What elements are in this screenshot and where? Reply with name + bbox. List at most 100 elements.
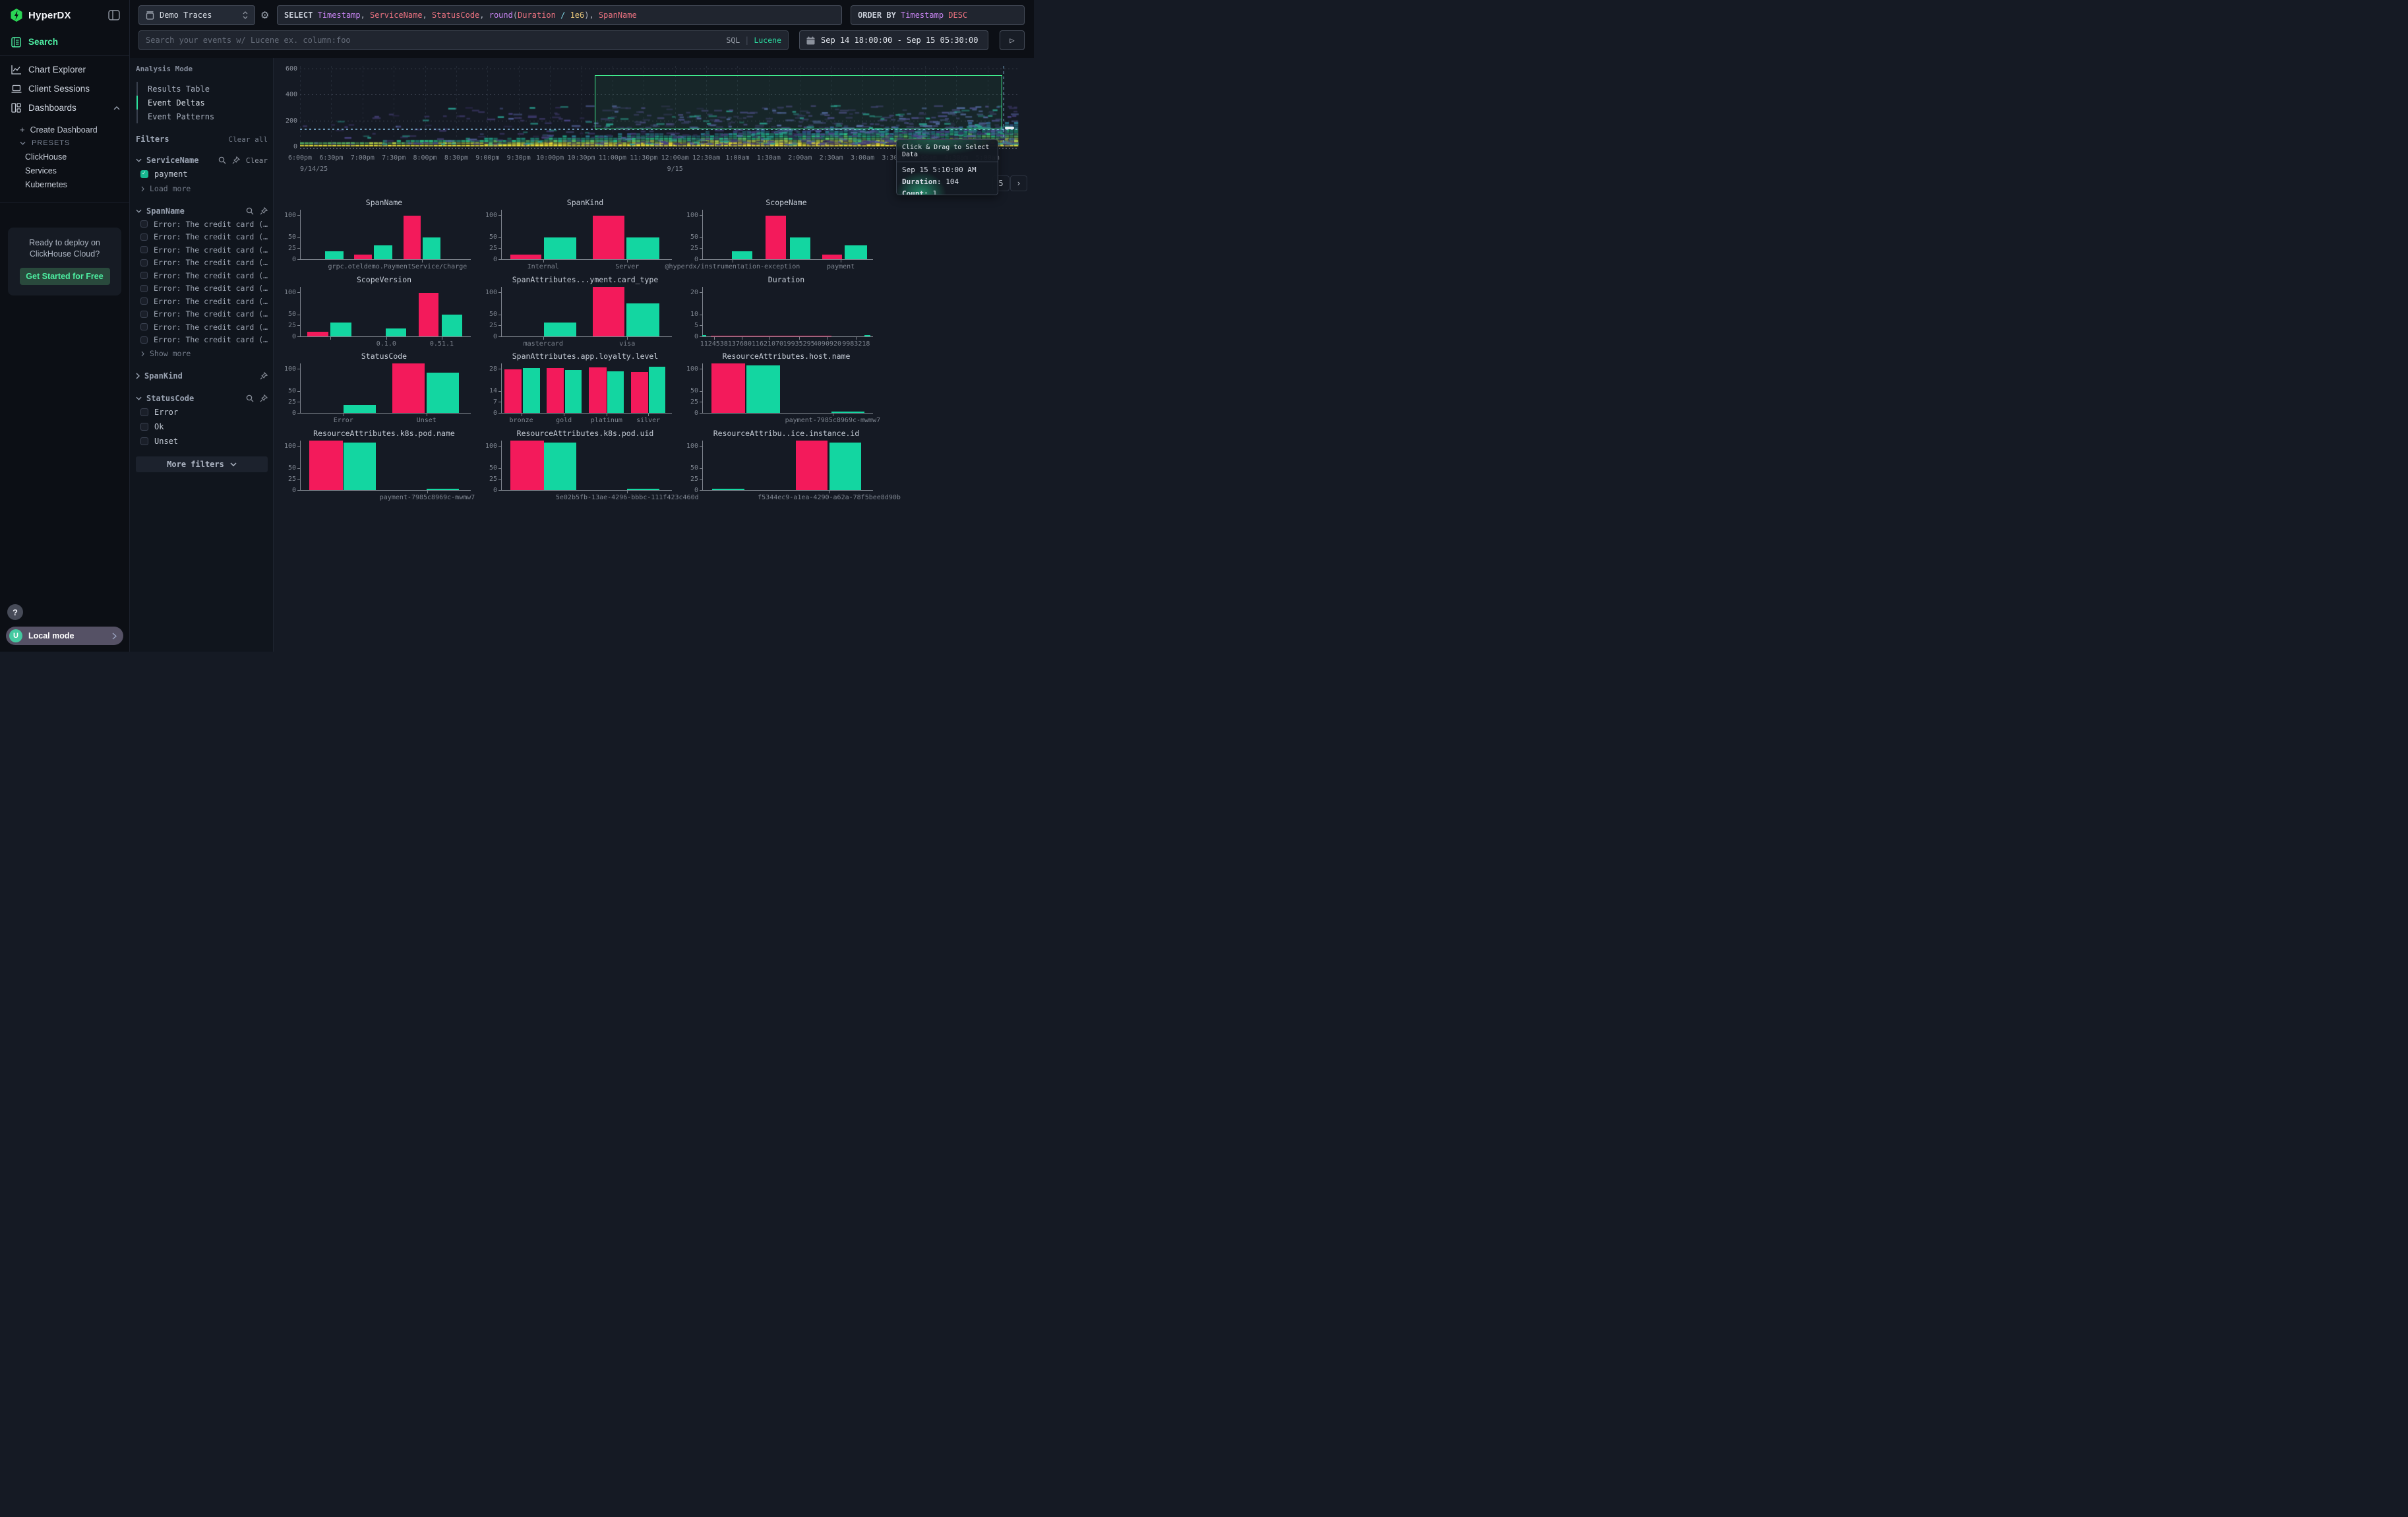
sql-select-input[interactable]: SELECT Timestamp, ServiceName, StatusCod… xyxy=(277,5,842,25)
inlier-bar xyxy=(702,335,706,336)
filter-checkbox-row[interactable]: Error: The credit card (… xyxy=(140,218,268,230)
filter-group-statuscode[interactable]: StatusCode xyxy=(136,392,268,404)
checkbox[interactable] xyxy=(140,323,148,330)
statuscode-items: ErrorOk Unset xyxy=(136,406,268,448)
filter-group-spanname[interactable]: SpanName xyxy=(136,205,268,217)
outlier-bar xyxy=(510,441,543,490)
y-tick-label: 50 xyxy=(277,387,296,394)
local-mode-menu[interactable]: U Local mode xyxy=(6,627,123,645)
chart-title: Duration xyxy=(702,275,870,284)
search-input[interactable]: Search your events w/ Lucene ex. column:… xyxy=(138,30,789,50)
x-tick-label: 6:00pm xyxy=(288,154,312,162)
load-more-button[interactable]: Load more xyxy=(141,183,268,195)
x-tick-label: 5e02b5fb-13ae-4296-bbbc-111f423c460d xyxy=(556,494,699,501)
y-axis xyxy=(300,441,301,490)
checkbox[interactable] xyxy=(140,220,148,228)
search-icon[interactable] xyxy=(218,156,226,164)
show-more-button[interactable]: Show more xyxy=(141,348,268,359)
delta-chart-spankind: SpanKind02550100InternalServer xyxy=(478,198,671,272)
analysis-mode-option-event-deltas[interactable]: Event Deltas xyxy=(136,96,268,109)
checkbox[interactable] xyxy=(140,408,148,416)
y-axis xyxy=(501,287,502,336)
filter-checkbox-row[interactable]: Error: The credit card (… xyxy=(140,283,268,295)
filter-checkbox-row[interactable]: Ok xyxy=(140,420,268,433)
more-filters-button[interactable]: More filters xyxy=(136,456,268,472)
checkbox[interactable] xyxy=(140,259,148,266)
y-tick xyxy=(498,215,501,216)
checkbox[interactable] xyxy=(140,311,148,318)
run-query-button[interactable]: ▷ xyxy=(1000,30,1025,50)
help-button[interactable]: ? xyxy=(7,604,23,620)
sidebar-item-chart-explorer[interactable]: Chart Explorer xyxy=(0,60,129,79)
x-tick-label: 9983218 xyxy=(842,340,870,348)
filter-checkbox-row[interactable]: Error xyxy=(140,406,268,419)
filter-checkbox-row[interactable]: Error: The credit card (… xyxy=(140,295,268,307)
preset-item-services[interactable]: Services xyxy=(0,164,129,177)
search-placeholder: Search your events w/ Lucene ex. column:… xyxy=(146,36,726,45)
y-tick-label: 25 xyxy=(478,476,497,483)
filter-group-spankind[interactable]: SpanKind xyxy=(136,370,268,382)
inlier-bar xyxy=(649,367,665,413)
create-dashboard-button[interactable]: + Create Dashboard xyxy=(0,123,129,137)
filter-checkbox-row[interactable]: Error: The credit card (… xyxy=(140,270,268,282)
clickhouse-cloud-promo: Ready to deploy on ClickHouse Cloud? Get… xyxy=(8,228,121,295)
checkbox[interactable] xyxy=(140,423,148,431)
presets-toggle[interactable]: PRESETS xyxy=(0,137,129,150)
checkbox-checked[interactable] xyxy=(140,170,148,178)
filter-checkbox-row[interactable]: Error: The credit card (… xyxy=(140,257,268,269)
filter-checkbox-row[interactable]: payment xyxy=(140,168,268,181)
page-next-button[interactable]: › xyxy=(1010,175,1027,191)
y-tick xyxy=(700,446,702,447)
clear-all-filters-button[interactable]: Clear all xyxy=(228,135,268,144)
inlier-bar xyxy=(544,237,576,259)
selection-box[interactable] xyxy=(595,75,1002,129)
search-icon[interactable] xyxy=(246,394,254,402)
sidebar-collapse-icon[interactable] xyxy=(108,10,120,20)
chevron-down-icon xyxy=(230,462,237,466)
time-range-picker[interactable]: Sep 14 18:00:00 - Sep 15 05:30:00 xyxy=(799,30,988,50)
pin-icon[interactable] xyxy=(260,207,268,215)
x-tick-label: 9:00pm xyxy=(475,154,499,162)
y-tick-label: 100 xyxy=(478,289,497,296)
filter-checkbox-row[interactable]: Error: The credit card (… xyxy=(140,232,268,243)
chevron-right-icon xyxy=(141,186,144,192)
mode-lucene-button[interactable]: Lucene xyxy=(754,36,781,45)
x-axis xyxy=(700,490,873,491)
preset-item-clickhouse[interactable]: ClickHouse xyxy=(0,150,129,164)
source-select[interactable]: Demo Traces xyxy=(138,5,255,25)
get-started-button[interactable]: Get Started for Free xyxy=(20,268,110,285)
checkbox[interactable] xyxy=(140,297,148,305)
sidebar-item-dashboards[interactable]: Dashboards xyxy=(0,98,129,117)
search-icon[interactable] xyxy=(246,207,254,215)
order-by-input[interactable]: ORDER BY Timestamp DESC xyxy=(851,5,1025,25)
clear-group-button[interactable]: Clear xyxy=(246,156,268,165)
mode-sql-button[interactable]: SQL xyxy=(726,36,740,45)
heatmap-plot[interactable] xyxy=(300,66,1019,146)
analysis-mode-option-event-patterns[interactable]: Event Patterns xyxy=(136,109,268,123)
y-tick-label: 50 xyxy=(277,233,296,241)
checkbox[interactable] xyxy=(140,437,148,445)
mode-separator: | xyxy=(744,36,749,45)
checkbox[interactable] xyxy=(140,285,148,292)
pin-icon[interactable] xyxy=(260,394,268,402)
filter-checkbox-row[interactable]: Unset xyxy=(140,435,268,448)
checkbox[interactable] xyxy=(140,336,148,344)
checkbox[interactable] xyxy=(140,233,148,241)
y-tick-label: 0 xyxy=(679,487,698,494)
filter-value-label: Error: The credit card (… xyxy=(154,309,268,319)
checkbox[interactable] xyxy=(140,246,148,253)
filter-checkbox-row[interactable]: Error: The credit card (… xyxy=(140,334,268,346)
filter-group-servicename[interactable]: ServiceName Clear xyxy=(136,154,268,166)
gear-icon[interactable]: ⚙ xyxy=(260,9,269,21)
pin-icon[interactable] xyxy=(260,372,268,380)
filter-checkbox-row[interactable]: Error: The credit card (… xyxy=(140,309,268,321)
preset-item-kubernetes[interactable]: Kubernetes xyxy=(0,177,129,191)
analysis-mode-option-results-table[interactable]: Results Table xyxy=(136,82,268,96)
sidebar-item-client-sessions[interactable]: Client Sessions xyxy=(0,79,129,98)
filter-checkbox-row[interactable]: Error: The credit card (… xyxy=(140,244,268,256)
x-tick-label: 11:00pm xyxy=(599,154,626,162)
pin-icon[interactable] xyxy=(232,156,240,164)
sidebar-item-search[interactable]: Search xyxy=(0,32,129,51)
checkbox[interactable] xyxy=(140,272,148,279)
filter-checkbox-row[interactable]: Error: The credit card (… xyxy=(140,321,268,333)
